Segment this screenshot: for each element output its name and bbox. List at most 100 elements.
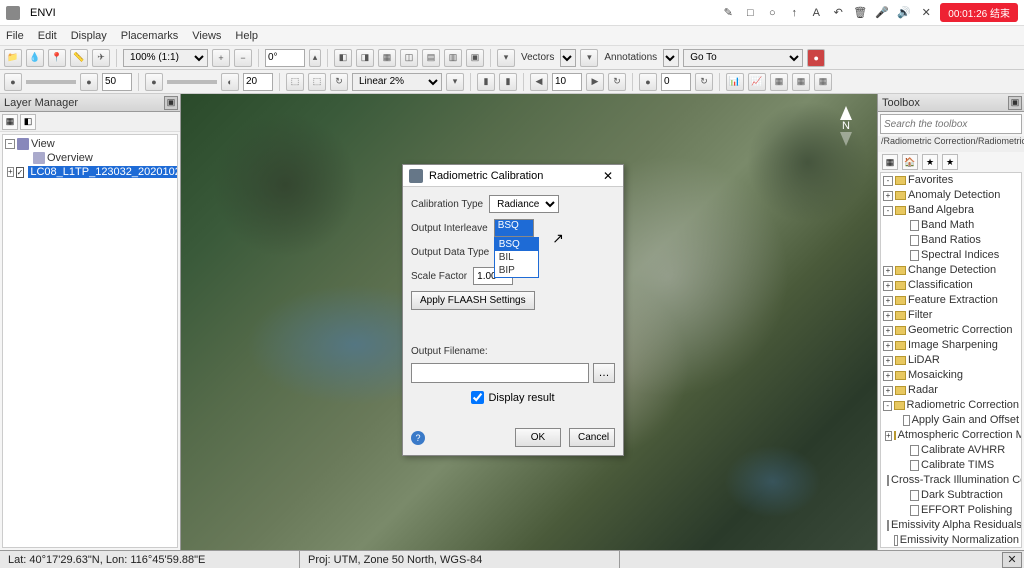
toolbox-folder[interactable]: +Radar: [881, 383, 1021, 398]
tool-g-icon[interactable]: ▣: [466, 49, 484, 67]
trash-icon[interactable]: 🗑: [852, 5, 868, 21]
slider-b-end-icon[interactable]: ◐: [221, 73, 239, 91]
refresh-icon[interactable]: ↻: [330, 73, 348, 91]
recording-time[interactable]: 00:01:26 结束: [940, 3, 1018, 22]
menu-display[interactable]: Display: [71, 30, 107, 42]
tree-expand-icon[interactable]: +: [883, 296, 893, 306]
chart-a-icon[interactable]: 📊: [726, 73, 744, 91]
status-close-icon[interactable]: ✕: [1002, 552, 1022, 568]
play-icon[interactable]: ●: [639, 73, 657, 91]
tool-e-icon[interactable]: ▤: [422, 49, 440, 67]
vectors-select[interactable]: [560, 49, 576, 67]
tree-expand-icon[interactable]: +: [883, 191, 893, 201]
rot-up-icon[interactable]: ▴: [309, 49, 321, 67]
speed-value[interactable]: [661, 73, 691, 91]
tool-b-icon[interactable]: ◨: [356, 49, 374, 67]
layer-tb-2-icon[interactable]: ◧: [20, 114, 36, 130]
toolbox-folder[interactable]: +Filter: [881, 308, 1021, 323]
help-icon[interactable]: ?: [411, 431, 425, 445]
slider-a[interactable]: [26, 80, 76, 84]
toolbox-folder[interactable]: +Atmospheric Correction Modul: [881, 428, 1021, 443]
cal-type-select[interactable]: Radiance: [489, 195, 559, 213]
stretch-btn-icon[interactable]: ▾: [446, 73, 464, 91]
slider-b-icon[interactable]: ●: [145, 73, 163, 91]
undo-icon[interactable]: ↶: [830, 5, 846, 21]
tree-expand-icon[interactable]: −: [5, 139, 15, 149]
toolbox-folder[interactable]: +Image Sharpening: [881, 338, 1021, 353]
toolbox-tool[interactable]: Emissivity Alpha Residuals: [881, 518, 1021, 533]
stretch-select[interactable]: Linear 2%: [352, 73, 442, 91]
zoom-select[interactable]: 100% (1:1): [123, 49, 208, 67]
tree-view-root[interactable]: − View: [5, 137, 175, 151]
tool-a-icon[interactable]: ◧: [334, 49, 352, 67]
close-rec-icon[interactable]: ✕: [918, 5, 934, 21]
chart-c-icon[interactable]: ▦: [770, 73, 788, 91]
layer-panel-close-icon[interactable]: ▣: [164, 96, 178, 110]
tree-expand-icon[interactable]: -: [883, 401, 892, 411]
annotations-toggle-icon[interactable]: ▾: [580, 49, 598, 67]
output-filename-input[interactable]: [411, 363, 589, 383]
cancel-button[interactable]: Cancel: [569, 428, 615, 447]
toolbox-close-icon[interactable]: ▣: [1008, 96, 1022, 110]
ruler-icon[interactable]: 📏: [70, 49, 88, 67]
tree-expand-icon[interactable]: +: [883, 341, 893, 351]
vectors-toggle-icon[interactable]: ▾: [497, 49, 515, 67]
toolbox-tool[interactable]: Spectral Indices: [881, 248, 1021, 263]
tree-expand-icon[interactable]: -: [883, 176, 893, 186]
pin-icon[interactable]: 📍: [48, 49, 66, 67]
toolbox-folder[interactable]: +Classification: [881, 278, 1021, 293]
tool-c-icon[interactable]: ▦: [378, 49, 396, 67]
menu-placemarks[interactable]: Placemarks: [121, 30, 178, 42]
refresh2-icon[interactable]: ↻: [695, 73, 713, 91]
toolbox-folder[interactable]: +Change Detection: [881, 263, 1021, 278]
toolbox-folder[interactable]: +Mosaicking: [881, 368, 1021, 383]
frame-value[interactable]: [552, 73, 582, 91]
tree-expand-icon[interactable]: +: [883, 311, 893, 321]
toolbox-tree[interactable]: -Favorites+Anomaly Detection-Band Algebr…: [880, 172, 1022, 548]
pencil-icon[interactable]: ✎: [720, 5, 736, 21]
toolbox-tool[interactable]: Dark Subtraction: [881, 488, 1021, 503]
tbx-btn-1-icon[interactable]: ▦: [882, 154, 898, 170]
toolbox-tool[interactable]: Cross-Track Illumination Cor: [881, 473, 1021, 488]
browse-button-icon[interactable]: …: [593, 363, 615, 383]
tbx-btn-4-icon[interactable]: ★: [942, 154, 958, 170]
toolbox-folder[interactable]: +Geometric Correction: [881, 323, 1021, 338]
toolbox-folder[interactable]: -Band Algebra: [881, 203, 1021, 218]
tree-layer-expand-icon[interactable]: +: [7, 167, 14, 177]
tree-expand-icon[interactable]: +: [883, 326, 893, 336]
toolbox-tool[interactable]: Apply Gain and Offset: [881, 413, 1021, 428]
rotation-input[interactable]: [265, 49, 305, 67]
tree-expand-icon[interactable]: +: [883, 386, 893, 396]
loop-icon[interactable]: ↻: [608, 73, 626, 91]
zoom-out-icon[interactable]: −: [234, 49, 252, 67]
toolbox-search-input[interactable]: [880, 114, 1022, 134]
fly-icon[interactable]: ✈: [92, 49, 110, 67]
slider-a-icon[interactable]: ●: [4, 73, 22, 91]
layer-tb-1-icon[interactable]: ▦: [2, 114, 18, 130]
toolbox-folder[interactable]: +Anomaly Detection: [881, 188, 1021, 203]
ok-button[interactable]: OK: [515, 428, 561, 447]
interleave-opt-bil[interactable]: BIL: [495, 251, 538, 264]
eyedropper-icon[interactable]: 💧: [26, 49, 44, 67]
tree-expand-icon[interactable]: +: [883, 356, 893, 366]
tree-expand-icon[interactable]: +: [885, 431, 892, 441]
extent-b-icon[interactable]: ⬚: [308, 73, 326, 91]
tool-f-icon[interactable]: ▥: [444, 49, 462, 67]
tbx-btn-3-icon[interactable]: ★: [922, 154, 938, 170]
toolbox-folder[interactable]: -Radiometric Correction: [881, 398, 1021, 413]
open-icon[interactable]: 📁: [4, 49, 22, 67]
chart-d-icon[interactable]: ▦: [792, 73, 810, 91]
dialog-close-icon[interactable]: ✕: [599, 168, 617, 184]
toolbox-folder[interactable]: +Feature Extraction: [881, 293, 1021, 308]
slider-b-value[interactable]: [243, 73, 273, 91]
text-icon[interactable]: A: [808, 5, 824, 21]
tree-layer[interactable]: + ✓ LC08_L1TP_123032_20201022: [5, 165, 175, 179]
toolbox-tool[interactable]: Band Math: [881, 218, 1021, 233]
menu-help[interactable]: Help: [235, 30, 258, 42]
chart-b-icon[interactable]: 📈: [748, 73, 766, 91]
toolbox-folder[interactable]: -Favorites: [881, 173, 1021, 188]
menu-views[interactable]: Views: [192, 30, 221, 42]
zoom-in-icon[interactable]: +: [212, 49, 230, 67]
toolbox-tool[interactable]: EFFORT Polishing: [881, 503, 1021, 518]
hist-a-icon[interactable]: ▮: [477, 73, 495, 91]
